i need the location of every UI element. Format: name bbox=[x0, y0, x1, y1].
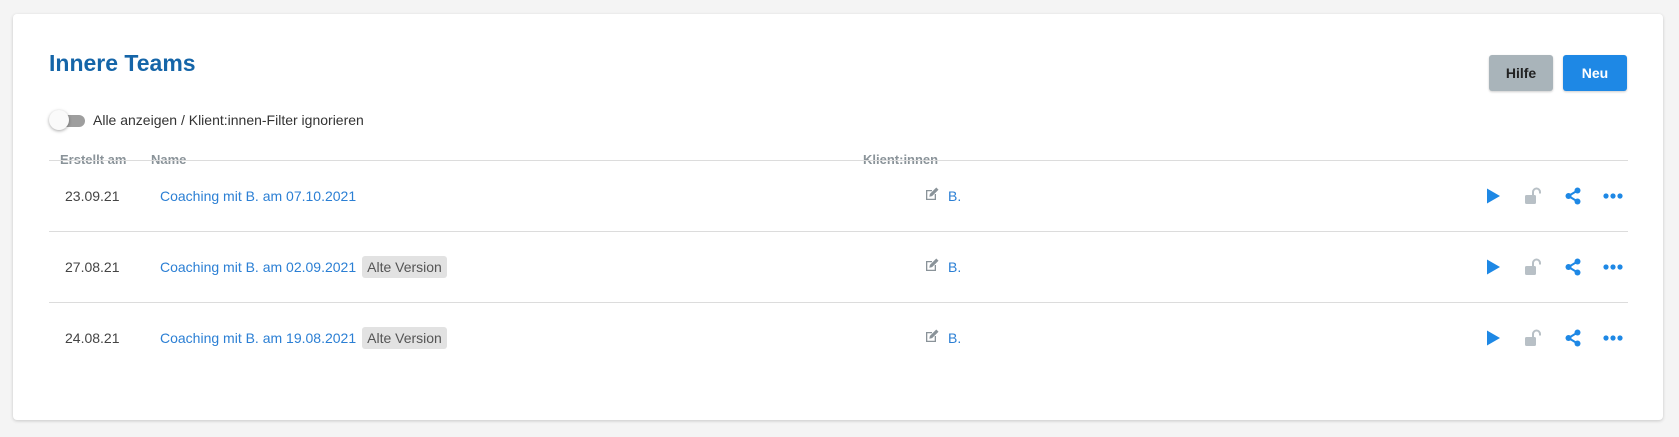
client-link[interactable]: B. bbox=[948, 330, 961, 346]
table-row: 23.09.21 Coaching mit B. am 07.10.2021 B… bbox=[49, 161, 1628, 231]
share-icon[interactable] bbox=[1553, 323, 1593, 353]
play-icon[interactable] bbox=[1473, 323, 1513, 353]
created-date: 24.08.21 bbox=[65, 330, 120, 346]
client-cell: B. bbox=[924, 161, 961, 231]
table-row: 24.08.21 Coaching mit B. am 19.08.2021 A… bbox=[49, 303, 1628, 373]
help-button[interactable]: Hilfe bbox=[1489, 55, 1553, 91]
main-card: Innere Teams Hilfe Neu Alle anzeigen / K… bbox=[13, 14, 1663, 420]
toggle-thumb bbox=[49, 110, 69, 130]
share-icon[interactable] bbox=[1553, 252, 1593, 282]
name-cell: Coaching mit B. am 07.10.2021 bbox=[160, 161, 356, 231]
edit-icon[interactable] bbox=[924, 257, 940, 278]
page-title: Innere Teams bbox=[49, 50, 196, 76]
table-row: 27.08.21 Coaching mit B. am 02.09.2021 A… bbox=[49, 232, 1628, 302]
created-date: 27.08.21 bbox=[65, 259, 120, 275]
row-actions bbox=[1473, 232, 1633, 302]
old-version-badge: Alte Version bbox=[362, 256, 447, 278]
more-horizontal-icon[interactable] bbox=[1593, 181, 1633, 211]
edit-icon[interactable] bbox=[924, 186, 940, 207]
play-icon[interactable] bbox=[1473, 181, 1513, 211]
client-link[interactable]: B. bbox=[948, 259, 961, 275]
new-button[interactable]: Neu bbox=[1563, 55, 1627, 91]
name-cell: Coaching mit B. am 02.09.2021 Alte Versi… bbox=[160, 232, 447, 302]
lock-open-icon[interactable] bbox=[1513, 181, 1553, 211]
team-name-link[interactable]: Coaching mit B. am 19.08.2021 bbox=[160, 330, 356, 346]
lock-open-icon[interactable] bbox=[1513, 323, 1553, 353]
edit-icon[interactable] bbox=[924, 328, 940, 349]
client-link[interactable]: B. bbox=[948, 188, 961, 204]
client-cell: B. bbox=[924, 303, 961, 373]
show-all-toggle[interactable] bbox=[49, 110, 85, 130]
name-cell: Coaching mit B. am 19.08.2021 Alte Versi… bbox=[160, 303, 447, 373]
share-icon[interactable] bbox=[1553, 181, 1593, 211]
client-cell: B. bbox=[924, 232, 961, 302]
more-horizontal-icon[interactable] bbox=[1593, 323, 1633, 353]
filter-toggle-row: Alle anzeigen / Klient:innen-Filter igno… bbox=[49, 110, 364, 130]
team-name-link[interactable]: Coaching mit B. am 07.10.2021 bbox=[160, 188, 356, 204]
team-name-link[interactable]: Coaching mit B. am 02.09.2021 bbox=[160, 259, 356, 275]
row-actions bbox=[1473, 161, 1633, 231]
more-horizontal-icon[interactable] bbox=[1593, 252, 1633, 282]
play-icon[interactable] bbox=[1473, 252, 1513, 282]
old-version-badge: Alte Version bbox=[362, 327, 447, 349]
lock-open-icon[interactable] bbox=[1513, 252, 1553, 282]
created-date: 23.09.21 bbox=[65, 188, 120, 204]
toggle-label: Alle anzeigen / Klient:innen-Filter igno… bbox=[93, 112, 364, 128]
row-actions bbox=[1473, 303, 1633, 373]
